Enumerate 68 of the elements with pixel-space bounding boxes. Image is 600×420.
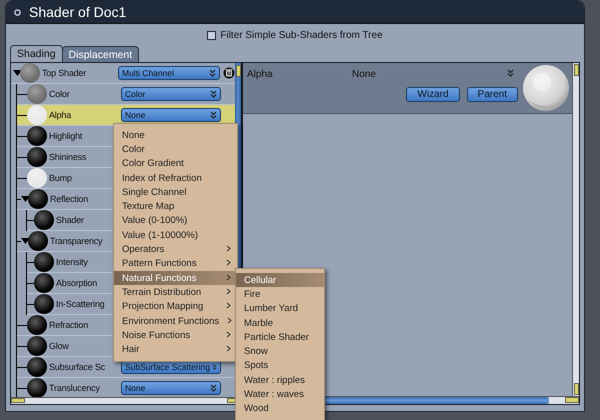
- menu-item[interactable]: Wood: [236, 402, 324, 416]
- tree-label: Transparency: [50, 236, 102, 246]
- tree-label: Absorption: [56, 278, 98, 288]
- menu-item[interactable]: Texture Map: [114, 199, 237, 214]
- menu-item[interactable]: Spots: [236, 358, 324, 374]
- action-button[interactable]: Parent: [466, 87, 518, 102]
- menu-item[interactable]: Cellular: [236, 273, 324, 288]
- scrollbar[interactable]: [572, 63, 579, 396]
- menu-item[interactable]: Fire: [236, 287, 324, 302]
- shader-select[interactable]: Multi Channel: [118, 66, 220, 80]
- tree-label: Alpha: [49, 110, 72, 120]
- menu-item[interactable]: Water : waves: [236, 387, 324, 402]
- tree-label: Highlight: [49, 131, 82, 141]
- menu-item[interactable]: Lumber Yard: [236, 302, 324, 316]
- menu-item[interactable]: Environment Functions: [114, 314, 237, 328]
- tab[interactable]: Displacement: [62, 46, 140, 62]
- menu-item[interactable]: Noise Functions: [114, 328, 237, 342]
- menu-item[interactable]: Snow: [236, 344, 324, 359]
- tree-label: Reflection: [50, 194, 88, 204]
- menu-item[interactable]: Terrain Distribution: [114, 285, 237, 300]
- tree-label: In-Scattering: [56, 299, 104, 309]
- menu-item[interactable]: Operators: [114, 242, 237, 257]
- menu-item[interactable]: Color: [114, 142, 237, 157]
- tree-label: Color: [49, 89, 70, 99]
- menu-item[interactable]: Value (1-10000%): [114, 228, 237, 242]
- menu-item[interactable]: Water : ripples: [236, 373, 324, 388]
- menu-item[interactable]: Pattern Functions: [114, 256, 237, 271]
- shader-select[interactable]: None: [352, 69, 522, 80]
- menu-item[interactable]: Color Gradient: [114, 156, 237, 171]
- menu-item[interactable]: Value (0-100%): [114, 214, 237, 228]
- shader-select[interactable]: None: [121, 381, 221, 395]
- expand-triangle-icon[interactable]: [21, 196, 30, 202]
- shader-select[interactable]: None: [121, 108, 221, 122]
- chevron-down-icon: [210, 111, 217, 119]
- tree-label: Subsurface Sc: [49, 362, 105, 372]
- tree-label: Glow: [49, 341, 69, 351]
- tree-row[interactable]: Top Shader Multi Channel: [11, 63, 235, 84]
- shader-select[interactable]: Color: [121, 87, 221, 101]
- tree-label: Translucency: [49, 383, 100, 393]
- window-dot-icon[interactable]: [14, 8, 21, 16]
- channel-label: Alpha: [247, 69, 273, 80]
- chevron-down-icon: [210, 90, 217, 98]
- tree-row[interactable]: Alpha None: [17, 105, 235, 126]
- menu-item[interactable]: Projection Mapping: [114, 300, 237, 314]
- menu-item[interactable]: Particle Shader: [236, 330, 324, 344]
- expand-triangle-icon[interactable]: [21, 238, 30, 244]
- action-button[interactable]: Wizard: [406, 87, 460, 102]
- menu-item[interactable]: Natural Functions: [114, 270, 237, 286]
- tree-label: Bump: [49, 173, 72, 183]
- chevron-down-icon: [210, 384, 217, 392]
- menu-item[interactable]: Hair: [114, 342, 237, 357]
- chevron-down-icon: [212, 363, 217, 371]
- chevron-down-icon: [209, 69, 216, 77]
- window-title: Shader of Doc1: [29, 4, 126, 20]
- expand-triangle-icon[interactable]: [13, 70, 22, 76]
- tree-label: Top Shader: [42, 68, 86, 78]
- tab[interactable]: Shading: [10, 45, 63, 62]
- filter-checkbox[interactable]: [207, 30, 216, 40]
- menu-item[interactable]: Index of Refraction: [114, 170, 237, 186]
- tree-label: Shininess: [49, 152, 86, 162]
- menu-item[interactable]: None: [114, 128, 237, 142]
- filter-label: Filter Simple Sub-Shaders from Tree: [220, 30, 383, 40]
- trash-icon[interactable]: [223, 67, 235, 79]
- tree-label: Intensity: [56, 257, 88, 267]
- chevron-down-icon: [507, 69, 514, 77]
- tree-label: Refraction: [49, 320, 88, 330]
- tree-label: Shader: [56, 215, 84, 225]
- menu-item[interactable]: Marble: [236, 316, 324, 330]
